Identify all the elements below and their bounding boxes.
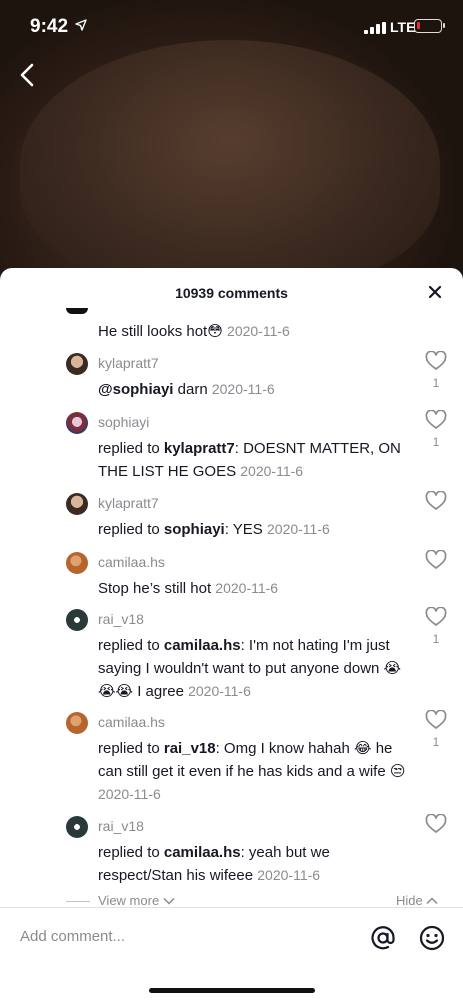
comment-text-segment: replied to	[98, 740, 164, 757]
like-button[interactable]	[425, 350, 447, 371]
heart-outline-icon	[425, 490, 447, 510]
smiley-icon	[419, 925, 445, 951]
battery-icon	[414, 19, 445, 33]
heart-outline-icon	[425, 709, 447, 729]
mention-link[interactable]: camilaa.hs	[164, 637, 241, 654]
mention-link[interactable]: camilaa.hs	[164, 844, 241, 861]
heart-outline-icon	[425, 409, 447, 429]
status-bar: 9:42 LTE	[0, 0, 463, 54]
avatar[interactable]	[66, 493, 88, 515]
like-button[interactable]	[425, 549, 447, 570]
mention-link[interactable]: kylapratt7	[164, 440, 235, 457]
back-button[interactable]	[14, 60, 42, 90]
comment-text: replied to rai_v18: Omg I know hahah 😂 h…	[98, 737, 408, 806]
chevron-left-icon	[20, 63, 34, 87]
like-button[interactable]	[425, 813, 447, 834]
network-label: LTE	[390, 19, 416, 35]
add-comment-input[interactable]: Add comment...	[20, 928, 125, 945]
mention-link[interactable]: sophiayi	[164, 521, 225, 538]
heart-outline-icon	[425, 813, 447, 833]
status-time: 9:42	[30, 16, 69, 37]
comment-date: 2020-11-6	[211, 381, 275, 397]
comment-text-segment: replied to	[98, 637, 164, 654]
comment-text-segment: replied to	[98, 521, 164, 538]
comment-date: 2020-11-6	[188, 683, 251, 699]
mention-link[interactable]: rai_v18	[164, 740, 216, 757]
comment-text-segment: replied to	[98, 844, 164, 861]
avatar[interactable]	[66, 353, 88, 375]
comment-username[interactable]: rai_v18	[98, 611, 144, 627]
heart-outline-icon	[425, 606, 447, 626]
comment-text: @sophiayi darn 2020-11-6	[98, 378, 408, 401]
like-count: 1	[432, 632, 440, 646]
comment-date: 2020-11-6	[267, 521, 330, 537]
video-frame-subject	[20, 40, 440, 290]
mention-link[interactable]: @sophiayi	[98, 381, 173, 398]
comment-username[interactable]: kylapratt7	[98, 495, 159, 511]
comments-list[interactable]: He still looks hot😳 2020-11-6 kylapratt7 @…	[0, 308, 463, 908]
like-button[interactable]	[425, 709, 447, 730]
emoji-button[interactable]	[418, 924, 446, 952]
avatar[interactable]	[66, 552, 88, 574]
divider	[66, 901, 90, 902]
comment-text: replied to camilaa.hs: yeah but we respe…	[98, 841, 408, 887]
comment-text-segment: Stop he’s still hot	[98, 580, 212, 597]
comment-username[interactable]: camilaa.hs	[98, 554, 165, 570]
chevron-down-icon	[163, 897, 175, 905]
like-button[interactable]	[425, 409, 447, 430]
comment-text-segment: darn	[173, 381, 208, 398]
like-count: 1	[432, 376, 440, 390]
location-arrow-icon	[75, 18, 87, 34]
like-count: 1	[432, 735, 440, 749]
like-button[interactable]	[425, 490, 447, 511]
comment-text: replied to kylapratt7: DOESNT MATTER, ON…	[98, 437, 408, 483]
comment-date: 2020-11-6	[98, 786, 161, 802]
avatar[interactable]	[66, 308, 88, 314]
view-more-button[interactable]: View more	[98, 893, 175, 908]
heart-outline-icon	[425, 549, 447, 569]
like-button[interactable]	[425, 606, 447, 627]
comment-input-bar: Add comment...	[0, 907, 463, 1000]
comments-count-title: 10939 comments	[175, 285, 288, 301]
comment-text: He still looks hot😳 2020-11-6	[98, 320, 408, 343]
home-indicator	[149, 988, 315, 993]
close-icon	[428, 285, 442, 299]
at-sign-icon	[371, 926, 395, 950]
comment-username[interactable]: camilaa.hs	[98, 714, 165, 730]
comment-date: 2020-11-6	[257, 867, 321, 883]
comment-date: 2020-11-6	[215, 580, 279, 596]
avatar[interactable]	[66, 609, 88, 631]
avatar[interactable]	[66, 816, 88, 838]
comment-text-segment: replied to	[98, 440, 164, 457]
comment-text-segment: : YES	[224, 521, 263, 538]
chevron-up-icon	[426, 897, 438, 905]
hide-replies-button[interactable]: Hide	[396, 893, 438, 908]
mention-button[interactable]	[369, 924, 397, 952]
like-count: 1	[432, 435, 440, 449]
comment-username[interactable]: kylapratt7	[98, 355, 159, 371]
comment-text: replied to camilaa.hs: I'm not hating I'…	[98, 634, 408, 703]
comment-date: 2020-11-6	[240, 463, 304, 479]
comment-text: replied to sophiayi: YES 2020-11-6	[98, 518, 408, 541]
comment-username[interactable]: rai_v18	[98, 818, 144, 834]
comment-text: Stop he’s still hot 2020-11-6	[98, 577, 408, 600]
close-button[interactable]	[427, 284, 443, 300]
avatar[interactable]	[66, 412, 88, 434]
comment-text-segment: He still looks hot😳	[98, 323, 223, 340]
heart-outline-icon	[425, 350, 447, 370]
avatar[interactable]	[66, 712, 88, 734]
signal-icon	[364, 22, 386, 34]
comment-username[interactable]: sophiayi	[98, 414, 149, 430]
comment-date: 2020-11-6	[227, 323, 290, 339]
